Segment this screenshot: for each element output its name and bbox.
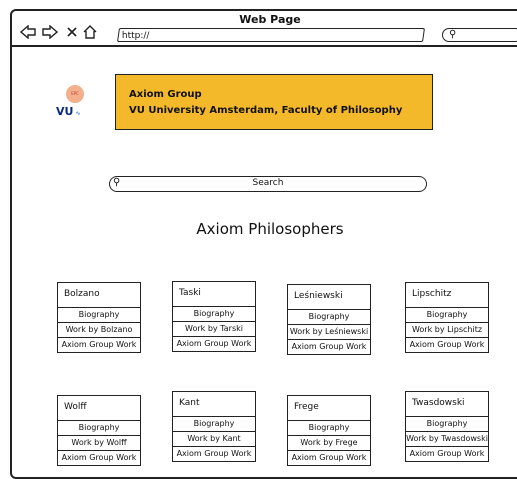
philosopher-name: Bolzano (57, 282, 141, 308)
philosopher-name: Wolff (57, 395, 141, 421)
philosopher-name: Lipschitz (405, 282, 489, 308)
biography-button[interactable]: Biography (57, 421, 141, 436)
browser-search-field[interactable]: ⚲ (442, 28, 517, 42)
forward-arrow-icon[interactable] (42, 25, 58, 39)
browser-titlebar: Web Page http:// ⚲ (12, 11, 517, 47)
philosopher-card: Frege Biography Work by Frege Axiom Group W… (287, 395, 371, 466)
header-banner: Axiom Group VU University Amsterdam, Fac… (115, 74, 433, 130)
philosopher-name: Leśniewski (287, 284, 371, 310)
biography-button[interactable]: Biography (405, 417, 489, 432)
back-arrow-icon[interactable] (20, 25, 36, 39)
philosopher-card: Leśniewski Biography Work by Leśniewski Axi… (287, 284, 371, 355)
axiom-group-work-button[interactable]: Axiom Group Work (57, 338, 141, 353)
search-label: Search (252, 178, 284, 188)
philosopher-card: Bolzano Biography Work by Bolzano Axiom Gro… (57, 282, 141, 353)
axiom-group-work-button[interactable]: Axiom Group Work (172, 337, 256, 352)
work-button[interactable]: Work by Twasdowski (405, 432, 489, 447)
banner-line-2: VU University Amsterdam, Faculty of Phil… (129, 105, 403, 116)
philosopher-name: Kant (172, 391, 256, 417)
vu-logo: EPC VU ∿ (56, 85, 84, 118)
philosopher-card: Kant Biography Work by Kant Axiom Group Wor… (172, 391, 256, 462)
axiom-group-work-button[interactable]: Axiom Group Work (405, 338, 489, 353)
address-text: http:// (121, 31, 150, 41)
biography-button[interactable]: Biography (405, 308, 489, 323)
search-input[interactable]: ⚲ Search (109, 176, 427, 192)
vu-logo-text: VU ∿ (56, 105, 81, 118)
axiom-group-work-button[interactable]: Axiom Group Work (172, 447, 256, 462)
philosopher-card: Taski Biography Work by Tarski Axiom Group … (172, 281, 256, 352)
search-icon: ⚲ (449, 29, 457, 40)
biography-button[interactable]: Biography (287, 310, 371, 325)
work-button[interactable]: Work by Wolff (57, 436, 141, 451)
philosopher-card: Wolff Biography Work by Wolff Axiom Group W… (57, 395, 141, 466)
close-icon[interactable] (64, 25, 80, 39)
search-icon: ⚲ (113, 177, 121, 188)
work-button[interactable]: Work by Bolzano (57, 323, 141, 338)
biography-button[interactable]: Biography (287, 421, 371, 436)
banner-line-1: Axiom Group (129, 89, 202, 100)
page-title: Axiom Philosophers (196, 220, 344, 238)
address-bar[interactable]: http:// (117, 28, 425, 42)
philosopher-name: Taski (172, 281, 256, 307)
philosopher-name: Twasdowski (405, 391, 489, 417)
axiom-group-work-button[interactable]: Axiom Group Work (57, 451, 141, 466)
axiom-group-work-button[interactable]: Axiom Group Work (405, 447, 489, 462)
axiom-group-work-button[interactable]: Axiom Group Work (287, 340, 371, 355)
philosopher-card: Lipschitz Biography Work by Lipschitz Axiom… (405, 282, 489, 353)
philosopher-name: Frege (287, 395, 371, 421)
work-button[interactable]: Work by Lipschitz (405, 323, 489, 338)
work-button[interactable]: Work by Tarski (172, 322, 256, 337)
philosopher-card: Twasdowski Biography Work by Twasdowski Axi… (405, 391, 489, 462)
work-button[interactable]: Work by Leśniewski (287, 325, 371, 340)
work-button[interactable]: Work by Kant (172, 432, 256, 447)
work-button[interactable]: Work by Frege (287, 436, 371, 451)
home-icon[interactable] (82, 25, 98, 39)
axiom-group-work-button[interactable]: Axiom Group Work (287, 451, 371, 466)
epc-logo: EPC (66, 85, 84, 103)
biography-button[interactable]: Biography (57, 308, 141, 323)
biography-button[interactable]: Biography (172, 307, 256, 322)
biography-button[interactable]: Biography (172, 417, 256, 432)
browser-window: Web Page http:// ⚲ EPC VU ∿ Axiom Group … (10, 9, 517, 479)
